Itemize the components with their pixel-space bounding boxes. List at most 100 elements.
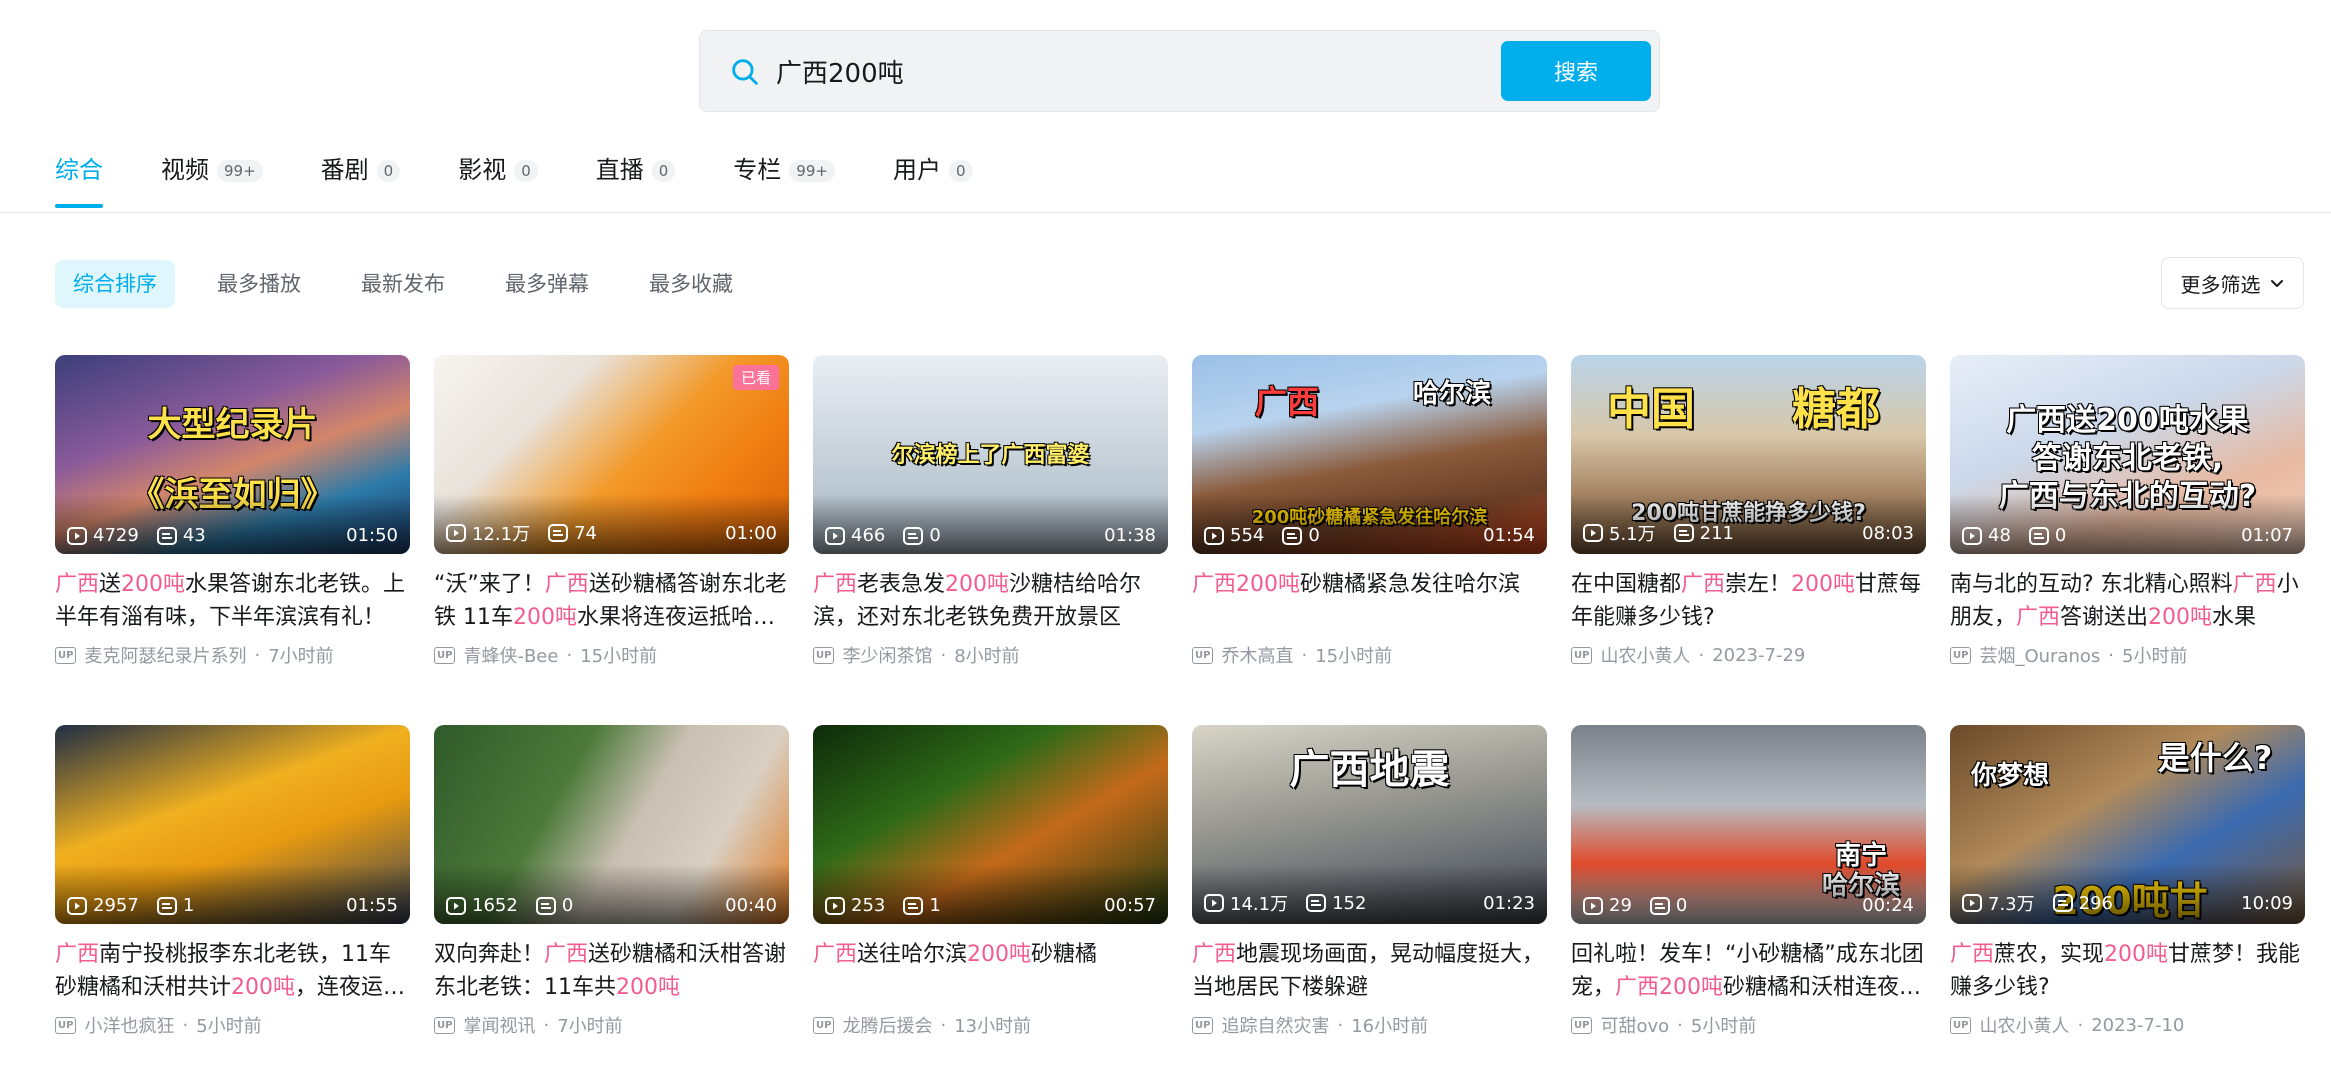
sort-bar: 综合排序 最多播放 最新发布 最多弹幕 最多收藏: [55, 260, 775, 308]
video-title[interactable]: 广西老表急发200吨沙糖桔给哈尔滨，还对东北老铁免费开放景区: [813, 568, 1168, 634]
video-title[interactable]: 回礼啦！发车！“小砂糖橘”成东北团宠，广西200吨砂糖橘和沃柑连夜发往哈尔滨: [1571, 938, 1926, 1004]
video-card[interactable]: 1652 0 00:40 双向奔赴！广西送砂糖橘和沃柑答谢东北老铁：11车共200吨 U…: [434, 725, 789, 1069]
play-count: 253: [825, 895, 885, 916]
search-input[interactable]: [776, 45, 1376, 97]
uploader-name[interactable]: 麦克阿瑟纪录片系列: [84, 642, 246, 668]
video-card[interactable]: 广西哈尔滨200吨砂糖橘紧急发往哈尔滨554001:54广西200吨砂糖橘紧急发…: [1192, 355, 1547, 725]
uploader-name[interactable]: 山农小黄人: [1600, 642, 1690, 668]
uploader-name[interactable]: 可甜ovo: [1600, 1012, 1669, 1038]
video-thumbnail[interactable]: 253 1 00:57: [813, 725, 1168, 924]
meta-separator: ·: [1337, 1014, 1344, 1036]
title-text: 送: [99, 572, 122, 597]
keyword-highlight: 广西: [813, 942, 858, 967]
thumbnail-caption: 是什么?: [2157, 739, 2273, 777]
video-card[interactable]: 广西送200吨水果答谢东北老铁,广西与东北的互动?48001:07 南与北的互动?…: [1950, 355, 2305, 725]
video-thumbnail[interactable]: 广西送200吨水果答谢东北老铁,广西与东北的互动?48001:07: [1950, 355, 2305, 554]
tab-4[interactable]: 直播 0: [596, 152, 676, 212]
video-title[interactable]: 双向奔赴！广西送砂糖橘和沃柑答谢东北老铁：11车共200吨: [434, 938, 789, 1004]
publish-time: 2023-7-10: [2091, 1014, 2185, 1036]
video-meta: UP 可甜ovo · 5小时前: [1571, 1012, 1926, 1038]
uploader-name[interactable]: 李少闲茶馆: [842, 642, 932, 668]
keyword-highlight: 广西: [1681, 572, 1726, 597]
tab-6[interactable]: 用户 0: [893, 152, 973, 212]
tab-3[interactable]: 影视 0: [458, 152, 538, 212]
video-title[interactable]: 广西蔗农，实现200吨甘蔗梦！我能赚多少钱?: [1950, 938, 2305, 1004]
video-card[interactable]: 中国糖都200吨甘蔗能挣多少钱?5.1万21108:03 在中国糖都广西崇左！20…: [1571, 355, 1926, 725]
danmaku-count: 0: [1282, 525, 1320, 546]
video-thumbnail[interactable]: 你梦想是什么?200吨甘蔗!7.3万29610:09: [1950, 725, 2305, 924]
video-title[interactable]: “沃”来了！广西送砂糖橘答谢东北老铁 11车200吨水果将连夜运抵哈尔滨: [434, 568, 789, 634]
thumbnail-caption: 哈尔滨: [1412, 379, 1491, 409]
video-thumbnail[interactable]: 2957 1 01:55: [55, 725, 410, 924]
video-title[interactable]: 广西200吨砂糖橘紧急发往哈尔滨: [1192, 568, 1547, 634]
video-duration: 01:54: [1483, 525, 1535, 546]
uploader-name[interactable]: 追踪自然灾害: [1221, 1012, 1329, 1038]
tab-1[interactable]: 视频 99+: [161, 152, 263, 212]
video-thumbnail[interactable]: 尔滨榜上了广西富婆 466 0 01:38: [813, 355, 1168, 554]
tab-count-badge: 0: [948, 160, 973, 182]
danmaku-count-icon: [903, 526, 924, 545]
uploader-name[interactable]: 掌闻视讯: [463, 1012, 535, 1038]
publish-time: 15小时前: [1315, 646, 1393, 667]
publish-time: 7小时前: [557, 1016, 623, 1037]
video-title[interactable]: 在中国糖都广西崇左！200吨甘蔗每年能赚多少钱?: [1571, 568, 1926, 634]
keyword-highlight: 200吨: [231, 975, 296, 1000]
tab-0[interactable]: 综合: [55, 152, 103, 212]
uploader-icon: UP: [1950, 646, 1972, 664]
video-card[interactable]: 南宁哈尔滨29000:24 回礼啦！发车！“小砂糖橘”成东北团宠，广西200吨砂糖…: [1571, 725, 1926, 1069]
video-thumbnail[interactable]: 大型纪录片《浜至如归》47294301:50: [55, 355, 410, 554]
video-title[interactable]: 广西地震现场画面，晃动幅度挺大，当地居民下楼躲避: [1192, 938, 1547, 1004]
video-thumbnail[interactable]: 中国糖都200吨甘蔗能挣多少钱?5.1万21108:03: [1571, 355, 1926, 554]
title-text: 答谢送出: [2060, 605, 2149, 630]
thumbnail-caption: 广西地震: [1289, 747, 1450, 793]
video-thumbnail[interactable]: 已看 12.1万 74 01:00: [434, 355, 789, 554]
video-card[interactable]: 尔滨榜上了广西富婆 466 0 01:38 广西老表急发200吨沙糖桔给哈尔滨，还对东北…: [813, 355, 1168, 725]
video-thumbnail[interactable]: 广西哈尔滨200吨砂糖橘紧急发往哈尔滨554001:54: [1192, 355, 1547, 554]
sort-option[interactable]: 最多弹幕: [487, 260, 607, 308]
video-title[interactable]: 广西送往哈尔滨200吨砂糖橘: [813, 938, 1168, 1004]
video-card[interactable]: 你梦想是什么?200吨甘蔗!7.3万29610:09 广西蔗农，实现200吨甘蔗梦…: [1950, 725, 2305, 1069]
watched-badge: 已看: [732, 365, 779, 390]
publish-time: 7小时前: [268, 646, 334, 667]
uploader-name[interactable]: 芸烟_Ouranos: [1979, 642, 2100, 668]
sort-option[interactable]: 综合排序: [55, 260, 175, 308]
video-stats: 14.1万 152 01:23: [1204, 890, 1535, 916]
video-thumbnail[interactable]: 广西地震 14.1万 152 01:23: [1192, 725, 1547, 924]
play-count: 466: [825, 525, 885, 546]
video-title[interactable]: 南与北的互动? 东北精心照料广西小朋友，广西答谢送出200吨水果: [1950, 568, 2305, 634]
video-title[interactable]: 广西南宁投桃报李东北老铁，11车砂糖橘和沃柑共计200吨，连夜运往哈尔滨: [55, 938, 410, 1004]
danmaku-count: 1: [156, 895, 194, 916]
tab-count-badge: 99+: [217, 160, 263, 182]
more-filter-label: 更多筛选: [2180, 272, 2261, 297]
video-thumbnail[interactable]: 1652 0 00:40: [434, 725, 789, 924]
video-card[interactable]: 大型纪录片《浜至如归》47294301:50 广西送200吨水果答谢东北老铁。上半…: [55, 355, 410, 725]
meta-separator: ·: [566, 644, 573, 666]
thumbnail-caption: 尔滨榜上了广西富婆: [891, 443, 1090, 468]
uploader-name[interactable]: 乔木高直: [1221, 642, 1293, 668]
uploader-name[interactable]: 青蜂侠-Bee: [463, 642, 558, 668]
tab-5[interactable]: 专栏 99+: [733, 152, 835, 212]
video-card[interactable]: 广西地震 14.1万 152 01:23 广西地震现场画面，晃动幅度挺大，当地居民下楼躲…: [1192, 725, 1547, 1069]
video-card[interactable]: 2957 1 01:55 广西南宁投桃报李东北老铁，11车砂糖橘和沃柑共计200吨，连…: [55, 725, 410, 1069]
uploader-name[interactable]: 小洋也疯狂: [84, 1012, 174, 1038]
video-card[interactable]: 253 1 00:57 广西送往哈尔滨200吨砂糖橘 UP 龙腾后援会 · 13小时前: [813, 725, 1168, 1069]
danmaku-count-icon: [1673, 524, 1694, 542]
more-filter-button[interactable]: 更多筛选: [2161, 257, 2304, 309]
danmaku-count-icon: [1306, 894, 1327, 912]
uploader-name[interactable]: 龙腾后援会: [842, 1012, 932, 1038]
sort-option[interactable]: 最新发布: [343, 260, 463, 308]
uploader-name[interactable]: 山农小黄人: [1979, 1012, 2069, 1038]
tab-2[interactable]: 番剧 0: [321, 152, 401, 212]
search-button[interactable]: 搜索: [1501, 41, 1651, 101]
video-thumbnail[interactable]: 南宁哈尔滨29000:24: [1571, 725, 1926, 924]
publish-time: 5小时前: [1690, 1016, 1757, 1037]
play-count-value: 1652: [472, 895, 518, 916]
sort-option[interactable]: 最多播放: [199, 260, 319, 308]
video-card[interactable]: 已看 12.1万 74 01:00 “沃”来了！广西送砂糖橘答谢东北老铁 11车200吨…: [434, 355, 789, 725]
video-title[interactable]: 广西送200吨水果答谢东北老铁。上半年有淄有味，下半年滨滨有礼！: [55, 568, 410, 634]
play-count-value: 5.1万: [1609, 524, 1656, 545]
video-stats: 253 1 00:57: [825, 895, 1156, 916]
sort-option[interactable]: 最多收藏: [631, 260, 751, 308]
publish-time: 5小时前: [196, 1016, 262, 1037]
tab-label: 视频: [161, 156, 209, 184]
